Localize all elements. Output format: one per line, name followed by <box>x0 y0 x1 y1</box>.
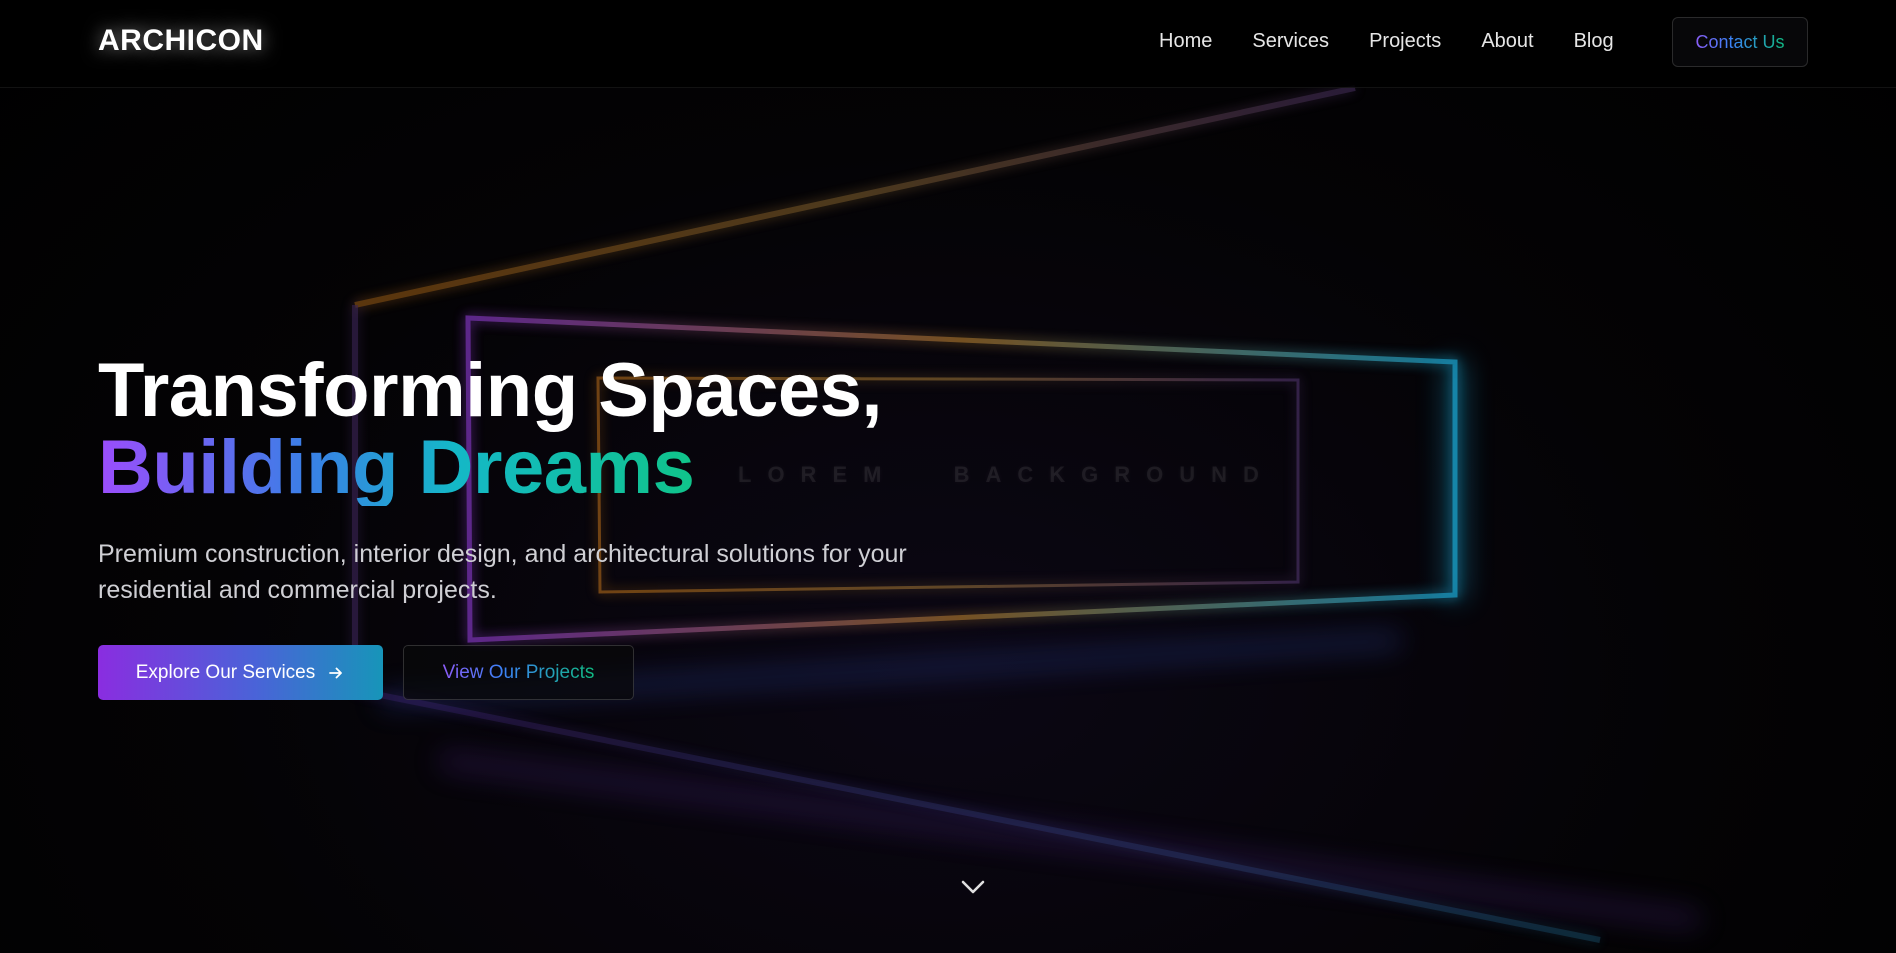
nav-item-blog[interactable]: Blog <box>1574 30 1614 53</box>
contact-us-label: Contact Us <box>1695 31 1785 52</box>
site-header: ARCHICON Home Services Projects About Bl… <box>0 0 1896 88</box>
hero-subtitle: Premium construction, interior design, a… <box>98 540 907 604</box>
nav-item-home[interactable]: Home <box>1159 30 1212 53</box>
explore-services-button[interactable]: Explore Our Services <box>98 645 383 700</box>
hero-cta-group: Explore Our Services View Our Projects <box>98 645 634 700</box>
explore-services-label: Explore Our Services <box>135 661 316 683</box>
arrow-right-icon <box>327 664 345 682</box>
view-projects-button[interactable]: View Our Projects <box>403 645 634 700</box>
hero-title-line2: Building Dreams <box>98 425 695 510</box>
nav-item-services[interactable]: Services <box>1252 30 1329 53</box>
nav-item-projects[interactable]: Projects <box>1369 30 1441 53</box>
nav-item-about[interactable]: About <box>1481 30 1533 53</box>
hero-section: Transforming Spaces, Building Dreams Pre… <box>98 352 998 608</box>
landing-page: LOREM BACKGROUND ARCHICON Home Services … <box>0 0 1896 953</box>
main-nav: Home Services Projects About Blog <box>1159 30 1614 53</box>
view-projects-label: View Our Projects <box>442 661 595 683</box>
hero-title-line1: Transforming Spaces, <box>98 348 883 433</box>
hero-title: Transforming Spaces, Building Dreams <box>98 352 998 506</box>
contact-us-button[interactable]: Contact Us <box>1672 17 1808 67</box>
chevron-down-icon[interactable] <box>958 876 988 898</box>
watermark-word-2: BACKGROUND <box>953 462 1275 487</box>
brand-logo[interactable]: ARCHICON <box>98 24 264 58</box>
